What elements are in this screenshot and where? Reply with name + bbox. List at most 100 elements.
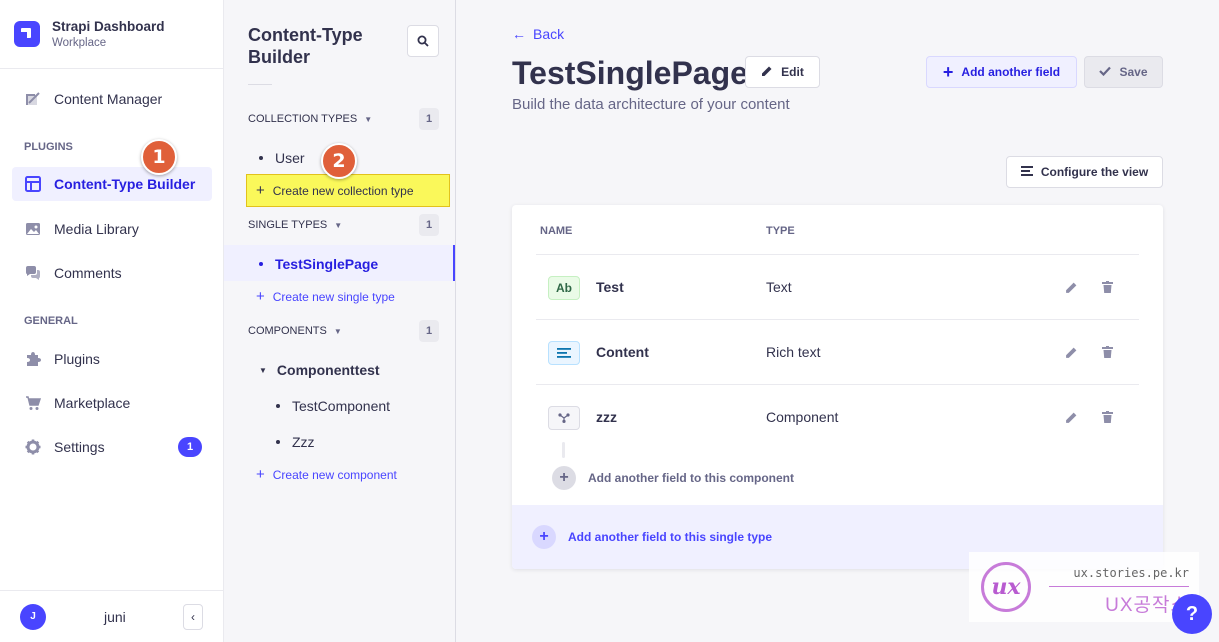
field-name: Content	[596, 344, 649, 360]
help-button[interactable]: ?	[1172, 594, 1212, 634]
ctb-subnav: Content-Type Builder COLLECTION TYPES ▼ …	[224, 0, 456, 642]
edit-pencil-icon[interactable]	[1063, 279, 1079, 295]
brand[interactable]: Strapi Dashboard Workplace	[0, 0, 223, 69]
shopping-cart-icon	[24, 395, 41, 412]
avatar[interactable]: J	[20, 603, 46, 630]
list-item-zzz[interactable]: Zzz	[276, 434, 315, 450]
collapse-nav-button[interactable]: ‹	[183, 603, 203, 630]
nav-item-content-type-builder[interactable]: Content-Type Builder	[12, 167, 212, 201]
list-item-testcomponent[interactable]: TestComponent	[276, 398, 390, 414]
nav-item-content-manager[interactable]: Content Manager	[12, 82, 212, 116]
link-label: Create new collection type	[272, 183, 414, 198]
section-single-types[interactable]: SINGLE TYPES ▼ 1	[248, 214, 439, 236]
strapi-logo-icon	[14, 21, 40, 47]
collection-count: 1	[419, 108, 439, 130]
plus-icon: +	[256, 182, 265, 199]
check-icon	[1099, 65, 1112, 79]
bullet-icon	[276, 440, 280, 444]
nav-label: Marketplace	[54, 395, 131, 411]
nav-item-plugins[interactable]: Plugins	[12, 342, 212, 376]
subnav-title: Content-Type Builder	[248, 25, 363, 67]
list-item-user[interactable]: User	[259, 150, 305, 166]
caret-down-icon: ▼	[259, 365, 267, 375]
nav-label: Settings	[54, 439, 105, 455]
trash-icon[interactable]	[1099, 409, 1115, 425]
create-component-link[interactable]: + Create new component	[256, 467, 397, 482]
main-nav: Strapi Dashboard Workplace Content Manag…	[0, 0, 224, 642]
column-header-type: TYPE	[766, 225, 795, 237]
layout-icon	[24, 176, 41, 193]
single-count: 1	[419, 214, 439, 236]
button-label: Add another field to this component	[588, 471, 794, 485]
nav-footer: J juni ‹	[0, 590, 223, 642]
settings-badge: 1	[178, 437, 202, 457]
component-group-componenttest[interactable]: ▼ Componenttest	[259, 362, 380, 378]
trash-icon[interactable]	[1099, 344, 1115, 360]
gear-icon	[24, 439, 41, 456]
button-label: Configure the view	[1040, 165, 1149, 179]
section-collection-types[interactable]: COLLECTION TYPES ▼ 1	[248, 108, 439, 130]
page-title: TestSinglePage	[512, 55, 748, 91]
component-icon	[548, 406, 580, 430]
item-label: TestSinglePage	[275, 256, 379, 272]
bullet-icon	[276, 404, 280, 408]
bullet-icon	[259, 156, 263, 160]
table-row[interactable]: Ab Test Text	[536, 254, 1139, 319]
back-label: Back	[533, 26, 565, 42]
watermark: ux ux.stories.pe.kr UX공작소	[969, 552, 1199, 622]
edit-pencil-icon[interactable]	[1063, 409, 1079, 425]
watermark-divider	[1049, 586, 1189, 587]
item-label: Zzz	[292, 434, 315, 450]
field-type: Component	[766, 409, 839, 425]
plus-icon: +	[256, 288, 265, 305]
nav-item-settings[interactable]: Settings 1	[12, 430, 212, 464]
item-label: TestComponent	[292, 398, 391, 414]
nav-label: Content Manager	[54, 91, 163, 107]
back-link[interactable]: ← Back	[512, 26, 564, 42]
add-another-field-button[interactable]: + Add another field	[926, 56, 1077, 88]
table-row[interactable]: zzz Component	[536, 384, 1139, 449]
chevron-left-icon: ‹	[191, 609, 195, 624]
search-button[interactable]	[407, 25, 439, 57]
field-type: Rich text	[766, 344, 821, 360]
search-icon	[417, 35, 429, 47]
button-label: Add another field	[961, 65, 1061, 79]
divider	[248, 84, 272, 85]
field-name: zzz	[596, 409, 617, 425]
table-row[interactable]: Content Rich text	[536, 319, 1139, 384]
column-header-name: NAME	[540, 225, 573, 237]
ux-logo-icon: ux	[981, 562, 1031, 612]
list-item-testsinglepage[interactable]: TestSinglePage	[259, 256, 378, 272]
page-subtitle: Build the data architecture of your cont…	[512, 96, 790, 113]
edit-button[interactable]: Edit	[745, 56, 820, 88]
nav-item-comments[interactable]: Comments	[12, 256, 212, 290]
edit-pencil-icon[interactable]	[1063, 344, 1079, 360]
watermark-url: ux.stories.pe.kr	[1073, 566, 1189, 580]
link-label: Create new single type	[272, 289, 395, 304]
nav-label: Content-Type Builder	[54, 176, 196, 192]
group-label: Componenttest	[276, 362, 380, 378]
edit-label: Edit	[781, 65, 804, 79]
create-collection-type-link[interactable]: + Create new collection type	[256, 183, 414, 198]
section-label: COMPONENTS	[248, 325, 327, 337]
link-label: Create new component	[272, 467, 397, 482]
add-field-to-component-button[interactable]: + Add another field to this component	[552, 466, 794, 490]
plus-icon: +	[942, 62, 954, 82]
create-single-type-link[interactable]: + Create new single type	[256, 289, 395, 304]
section-label: COLLECTION TYPES	[248, 113, 358, 125]
username[interactable]: juni	[104, 609, 126, 625]
step-1-marker: 1	[141, 139, 177, 175]
save-button[interactable]: Save	[1084, 56, 1163, 88]
field-name: Test	[596, 279, 624, 295]
trash-icon[interactable]	[1099, 279, 1115, 295]
caret-down-icon: ▼	[333, 326, 342, 336]
nav-label: Plugins	[54, 351, 100, 367]
nav-item-marketplace[interactable]: Marketplace	[12, 386, 212, 420]
nav-item-media-library[interactable]: Media Library	[12, 212, 212, 246]
configure-view-button[interactable]: Configure the view	[1006, 156, 1163, 188]
components-count: 1	[419, 320, 439, 342]
caret-down-icon: ▼	[334, 220, 343, 230]
step-2-marker: 2	[321, 143, 357, 179]
section-components[interactable]: COMPONENTS ▼ 1	[248, 320, 439, 342]
arrow-left-icon: ←	[512, 26, 526, 42]
